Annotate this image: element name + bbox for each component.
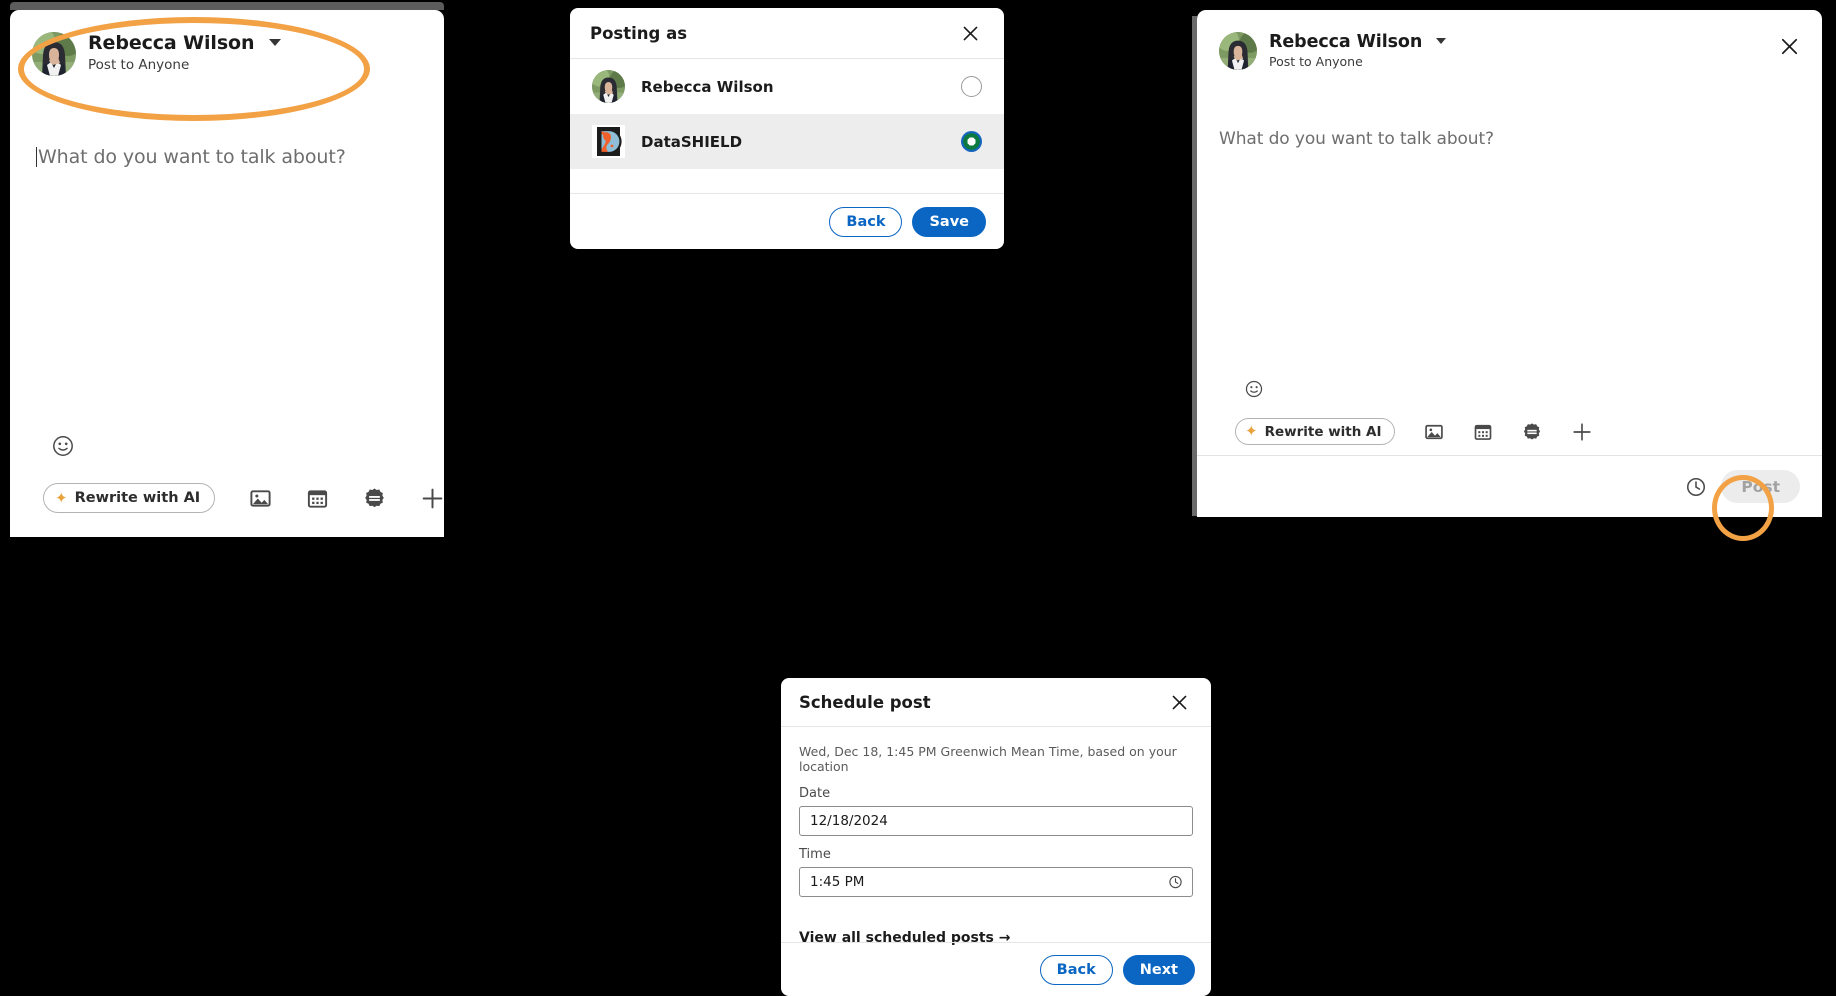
option-row-page[interactable]: DataSHIELD <box>570 114 1004 169</box>
author-selector[interactable]: Rebecca Wilson Post to Anyone <box>1219 32 1447 71</box>
chevron-down-icon[interactable] <box>1436 38 1447 44</box>
option-row-personal[interactable]: Rebecca Wilson <box>570 59 1004 114</box>
author-text-block: Rebecca Wilson Post to Anyone <box>1269 32 1447 70</box>
close-icon[interactable] <box>1166 689 1193 716</box>
rewrite-with-ai-label: Rewrite with AI <box>1264 423 1382 440</box>
emoji-smiley-icon[interactable] <box>52 435 74 457</box>
author-name: Rebecca Wilson <box>88 32 255 55</box>
composer-toolbar: ✦ Rewrite with AI <box>1235 418 1593 445</box>
avatar <box>592 70 625 103</box>
option-label: Rebecca Wilson <box>641 77 774 96</box>
posting-as-modal-footer: Back Save <box>570 193 1004 249</box>
calendar-icon[interactable] <box>306 487 329 510</box>
date-input-wrapper[interactable] <box>799 806 1193 836</box>
avatar[interactable] <box>32 32 76 76</box>
celebrate-badge-icon[interactable] <box>363 487 386 510</box>
chevron-down-icon[interactable] <box>268 39 281 47</box>
datashield-logo-icon <box>592 125 625 158</box>
clock-icon[interactable] <box>1168 875 1183 890</box>
plus-icon[interactable] <box>1571 421 1593 443</box>
author-text-block: Rebecca Wilson Post to Anyone <box>88 32 281 74</box>
timezone-note: Wed, Dec 18, 1:45 PM Greenwich Mean Time… <box>799 744 1177 774</box>
rewrite-with-ai-button[interactable]: ✦ Rewrite with AI <box>43 483 216 513</box>
avatar[interactable] <box>1219 32 1257 71</box>
audience-label: Post to Anyone <box>88 57 190 74</box>
schedule-post-modal-header: Schedule post <box>781 678 1211 727</box>
composer-toolbar: ✦ Rewrite with AI <box>43 483 445 513</box>
author-name-row: Rebecca Wilson <box>88 32 281 55</box>
time-label: Time <box>799 847 831 862</box>
browser-chrome-strip <box>10 2 444 10</box>
image-icon[interactable] <box>1424 422 1444 442</box>
audience-label: Post to Anyone <box>1269 54 1363 70</box>
save-button[interactable]: Save <box>912 206 986 237</box>
time-input[interactable] <box>810 874 1182 890</box>
schedule-post-modal: Schedule post Wed, Dec 18, 1:45 PM Green… <box>781 678 1211 996</box>
date-label: Date <box>799 786 831 801</box>
post-composer-expanded-panel: Rebecca Wilson Post to Anyone What do yo… <box>1192 10 1822 517</box>
image-icon[interactable] <box>249 487 272 510</box>
schedule-post-title: Schedule post <box>799 692 931 712</box>
composer-footer: Post <box>1197 455 1822 517</box>
schedule-post-body: Wed, Dec 18, 1:45 PM Greenwich Mean Time… <box>781 727 1211 946</box>
posting-as-modal: Posting as Rebecca Wilson DataSHIELD Bac… <box>570 8 1004 249</box>
sparkle-icon: ✦ <box>55 488 68 507</box>
author-name: Rebecca Wilson <box>1269 32 1423 52</box>
sparkle-icon: ✦ <box>1245 422 1258 440</box>
posting-as-modal-header: Posting as <box>570 8 1004 59</box>
rewrite-with-ai-button[interactable]: ✦ Rewrite with AI <box>1235 418 1395 445</box>
composer-placeholder[interactable]: What do you want to talk about? <box>1219 129 1494 149</box>
back-button[interactable]: Back <box>829 206 903 237</box>
rewrite-with-ai-label: Rewrite with AI <box>74 490 201 506</box>
text-cursor <box>36 147 37 167</box>
date-input[interactable] <box>810 813 1182 829</box>
composer-placeholder: What do you want to talk about? <box>38 146 346 168</box>
date-field-group: Date <box>799 786 1193 836</box>
clock-icon[interactable] <box>1685 476 1707 498</box>
next-button[interactable]: Next <box>1122 954 1195 985</box>
author-selector[interactable]: Rebecca Wilson Post to Anyone <box>32 32 281 76</box>
time-input-wrapper[interactable] <box>799 867 1193 897</box>
option-label: DataSHIELD <box>641 132 743 151</box>
calendar-icon[interactable] <box>1473 422 1493 442</box>
author-name-row: Rebecca Wilson <box>1269 32 1447 52</box>
radio-personal[interactable] <box>961 76 982 97</box>
schedule-post-modal-footer: Back Next <box>781 942 1211 996</box>
plus-icon[interactable] <box>420 486 445 511</box>
post-button[interactable]: Post <box>1721 470 1800 503</box>
page-background-strip <box>1192 16 1197 516</box>
back-button[interactable]: Back <box>1039 954 1113 985</box>
time-field-group: Time <box>799 847 1193 897</box>
celebrate-badge-icon[interactable] <box>1522 422 1542 442</box>
posting-as-options: Rebecca Wilson DataSHIELD <box>570 59 1004 169</box>
close-icon[interactable] <box>1775 32 1804 61</box>
close-icon[interactable] <box>957 20 984 47</box>
emoji-smiley-icon[interactable] <box>1245 380 1263 398</box>
composer-textarea[interactable]: What do you want to talk about? <box>36 146 346 168</box>
posting-as-title: Posting as <box>590 23 688 43</box>
post-composer-panel: Rebecca Wilson Post to Anyone What do yo… <box>10 2 445 537</box>
radio-page[interactable] <box>961 131 982 152</box>
